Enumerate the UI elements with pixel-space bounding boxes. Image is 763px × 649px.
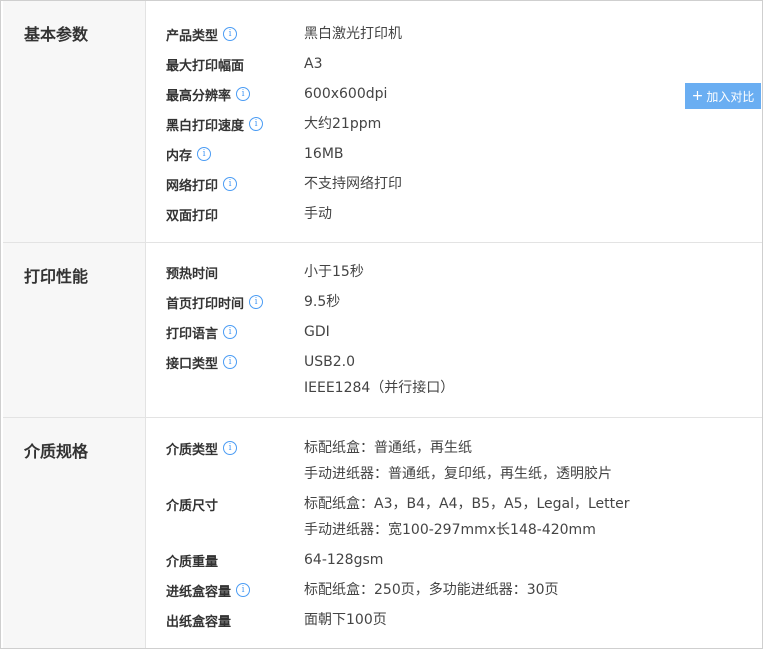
spec-value: USB2.0 IEEE1284（并行接口）: [304, 353, 454, 405]
plus-icon: +: [691, 88, 704, 104]
spec-value-line: 标配纸盒：A3，B4，A4，B5，A5，Legal，Letter: [304, 496, 630, 512]
spec-value: 9.5秒: [304, 294, 341, 310]
spec-table: 基本参数 产品类型 i 黑白激光打印机 最大打印幅面 A3 最高分辨率 i 600x…: [0, 0, 763, 649]
spec-value: 64-128gsm: [304, 552, 384, 568]
info-icon[interactable]: i: [236, 583, 251, 597]
section-basic-params: 基本参数 产品类型 i 黑白激光打印机 最大打印幅面 A3 最高分辨率 i 600x…: [3, 1, 762, 243]
spec-value: 不支持网络打印: [304, 176, 402, 192]
spec-label: 最高分辨率 i: [166, 85, 251, 104]
spec-label: 首页打印时间 i: [166, 293, 264, 312]
info-icon[interactable]: i: [249, 117, 264, 131]
spec-value: 面朝下100页: [304, 612, 387, 628]
spec-label: 内存 i: [166, 145, 212, 164]
section-title-column: 基本参数: [3, 1, 146, 242]
spec-value-line: IEEE1284（并行接口）: [304, 380, 455, 396]
spec-value: 黑白激光打印机: [304, 26, 402, 42]
section-title: 打印性能: [24, 267, 89, 286]
spec-value: 600x600dpi: [304, 86, 388, 102]
add-to-compare-button[interactable]: + 加入对比: [685, 83, 761, 109]
spec-label: 接口类型 i: [166, 353, 238, 372]
section-title: 基本参数: [24, 25, 89, 44]
section-title-column: 介质规格: [3, 418, 146, 648]
spec-value-line: USB2.0: [304, 354, 356, 370]
spec-label: 网络打印 i: [166, 175, 238, 194]
section-media-specs: 介质规格 介质类型 i 标配纸盒：普通纸，再生纸 手动进纸器：普通纸，复印纸，再生…: [3, 418, 762, 648]
add-to-compare-label: 加入对比: [706, 89, 755, 104]
spec-label: 最大打印幅面: [166, 58, 245, 74]
spec-value: 手动: [304, 206, 332, 222]
spec-label: 介质尺寸: [166, 498, 219, 514]
spec-value: 标配纸盒：250页，多功能进纸器：30页: [304, 582, 559, 598]
section-title: 介质规格: [24, 442, 89, 461]
spec-label: 预热时间: [166, 266, 219, 282]
spec-value-line: 标配纸盒：普通纸，再生纸: [304, 440, 472, 456]
spec-label: 产品类型 i: [166, 25, 238, 44]
spec-value: 标配纸盒：A3，B4，A4，B5，A5，Legal，Letter 手动进纸器：宽…: [304, 495, 630, 547]
spec-label: 进纸盒容量 i: [166, 581, 251, 600]
section-print-performance: 打印性能 预热时间 小于15秒 首页打印时间 i 9.5秒 打印语言 i GDI 接…: [3, 243, 762, 418]
spec-value: 大约21ppm: [304, 116, 382, 132]
spec-value: GDI: [304, 324, 330, 340]
spec-value: 16MB: [304, 146, 344, 162]
spec-label: 出纸盒容量: [166, 614, 232, 630]
spec-value: A3: [304, 56, 323, 72]
spec-label: 介质重量: [166, 554, 219, 570]
info-icon[interactable]: i: [223, 441, 238, 455]
spec-label: 黑白打印速度 i: [166, 115, 264, 134]
info-icon[interactable]: i: [223, 325, 238, 339]
spec-label: 打印语言 i: [166, 323, 238, 342]
info-icon[interactable]: i: [223, 355, 238, 369]
info-icon[interactable]: i: [249, 295, 264, 309]
info-icon[interactable]: i: [223, 177, 238, 191]
spec-label: 双面打印: [166, 208, 219, 224]
info-icon[interactable]: i: [197, 147, 212, 161]
spec-label: 介质类型 i: [166, 439, 238, 458]
spec-value-line: 手动进纸器：宽100-297mmx长148-420mm: [304, 522, 596, 538]
info-icon[interactable]: i: [236, 87, 251, 101]
spec-value: 小于15秒: [304, 264, 364, 280]
info-icon[interactable]: i: [223, 27, 238, 41]
section-title-column: 打印性能: [3, 243, 146, 417]
spec-value-line: 手动进纸器：普通纸，复印纸，再生纸，透明胶片: [304, 466, 612, 482]
spec-value: 标配纸盒：普通纸，再生纸 手动进纸器：普通纸，复印纸，再生纸，透明胶片: [304, 439, 612, 491]
